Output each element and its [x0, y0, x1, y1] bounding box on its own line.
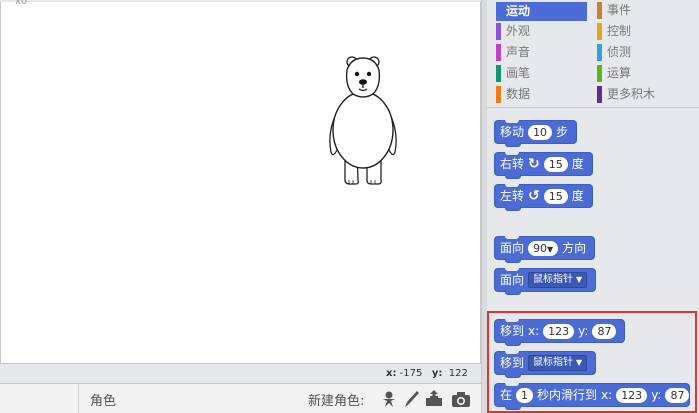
- category-color-bar: [496, 65, 501, 82]
- sprites-label: 角色: [90, 394, 117, 409]
- chevron-down-icon: ▼: [576, 275, 583, 284]
- go-to-block[interactable]: 移到 鼠标指针 ▼: [494, 351, 597, 378]
- target-value: 鼠标指针: [533, 274, 574, 285]
- category-list: 运动 事件 外观 控制 声音 侦测 画笔 运算 数据 更多积木: [487, 0, 699, 108]
- block-label: 面向: [500, 241, 525, 255]
- scratch-editor: x0 x: -175 y: 122 角色 新建角色: 运动 事件 外观 控制 声…: [0, 0, 699, 413]
- chevron-down-icon: ▼: [576, 358, 583, 367]
- category-more-blocks[interactable]: 更多积木: [597, 85, 692, 104]
- category-color-bar: [597, 65, 602, 82]
- point-towards-block[interactable]: 面向 鼠标指针 ▼: [494, 268, 597, 295]
- y-label: y:: [431, 368, 443, 379]
- category-color-bar: [597, 23, 602, 40]
- mouse-coordinates: x: -175 y: 122: [386, 368, 468, 379]
- block-label: y:: [578, 324, 589, 338]
- camera-icon[interactable]: [451, 390, 471, 408]
- block-label: 左转: [500, 189, 525, 203]
- block-label: y:: [651, 388, 662, 402]
- polar-bear-sprite[interactable]: [323, 52, 403, 188]
- block-label: 度: [571, 189, 584, 203]
- category-color-bar: [597, 86, 602, 103]
- sprite-library-icon[interactable]: [379, 390, 399, 408]
- category-sensing[interactable]: 侦测: [597, 43, 692, 62]
- stage-top-text: x0: [15, 0, 28, 7]
- x-input[interactable]: 123: [616, 387, 648, 403]
- rotate-left-icon: ↺: [528, 188, 540, 204]
- degrees-input[interactable]: 15: [543, 156, 568, 172]
- move-steps-block[interactable]: 移动 10 步: [494, 120, 578, 147]
- stage[interactable]: x0: [0, 0, 481, 364]
- go-to-xy-block[interactable]: 移到 x: 123 y: 87: [494, 319, 626, 346]
- paint-brush-icon[interactable]: [402, 390, 422, 408]
- category-looks[interactable]: 外观: [496, 22, 591, 41]
- block-label: 右转: [500, 157, 525, 171]
- category-label: 侦测: [607, 45, 632, 59]
- category-color-bar: [597, 44, 602, 61]
- y-value: 122: [448, 368, 468, 379]
- x-label: x:: [386, 368, 397, 379]
- category-color-bar: [496, 86, 501, 103]
- y-input[interactable]: 87: [665, 387, 690, 403]
- block-label: 度: [571, 157, 584, 171]
- category-label: 控制: [607, 24, 632, 38]
- upload-icon[interactable]: [424, 390, 444, 408]
- glide-to-xy-block[interactable]: 在 1 秒内滑行到 x: 123 y: 87: [494, 383, 691, 410]
- category-pen[interactable]: 画笔: [496, 64, 591, 83]
- category-motion[interactable]: 运动: [496, 2, 587, 21]
- block-list: 移动 10 步 右转 ↻ 15 度 左转 ↺ 15 度 面向 90▼ 方向 面向…: [487, 109, 699, 413]
- category-data[interactable]: 数据: [496, 85, 591, 104]
- degrees-input[interactable]: 15: [543, 188, 568, 204]
- target-dropdown[interactable]: 鼠标指针 ▼: [528, 355, 588, 371]
- seconds-input[interactable]: 1: [516, 387, 534, 403]
- category-label: 事件: [607, 3, 632, 17]
- direction-dropdown[interactable]: 90▼: [528, 240, 559, 256]
- category-color-bar: [496, 23, 501, 40]
- block-label: 秒内滑行到: [537, 388, 598, 402]
- new-sprite-label: 新建角色:: [308, 394, 365, 409]
- block-label: 在: [500, 388, 513, 402]
- category-label: 外观: [506, 24, 531, 38]
- block-label: 步: [556, 125, 569, 139]
- block-label: 移到: [500, 356, 525, 370]
- x-value: -175: [399, 368, 423, 379]
- turn-right-block[interactable]: 右转 ↻ 15 度: [494, 152, 593, 179]
- target-dropdown[interactable]: 鼠标指针 ▼: [528, 272, 588, 288]
- category-events[interactable]: 事件: [597, 1, 692, 20]
- divider: [78, 384, 79, 413]
- category-label: 运动: [506, 4, 531, 18]
- block-label: x:: [528, 324, 540, 338]
- chevron-down-icon: ▼: [547, 244, 554, 254]
- block-label: x:: [601, 388, 613, 402]
- point-in-direction-block[interactable]: 面向 90▼ 方向: [494, 236, 596, 263]
- steps-input[interactable]: 10: [528, 124, 553, 140]
- y-input[interactable]: 87: [592, 323, 617, 339]
- category-sound[interactable]: 声音: [496, 43, 591, 62]
- block-label: 方向: [562, 241, 587, 255]
- category-label: 画笔: [506, 66, 531, 80]
- direction-value: 90: [533, 241, 548, 255]
- block-palette: 运动 事件 外观 控制 声音 侦测 画笔 运算 数据 更多积木 移动 10 步 …: [487, 0, 699, 413]
- category-label: 更多积木: [607, 87, 656, 101]
- category-label: 运算: [607, 66, 632, 80]
- block-label: 移动: [500, 125, 525, 139]
- category-label: 数据: [506, 87, 531, 101]
- x-input[interactable]: 123: [543, 323, 575, 339]
- block-label: 面向: [500, 273, 525, 287]
- block-label: 移到: [500, 324, 525, 338]
- category-control[interactable]: 控制: [597, 22, 692, 41]
- target-value: 鼠标指针: [533, 357, 574, 368]
- rotate-right-icon: ↻: [528, 156, 540, 172]
- turn-left-block[interactable]: 左转 ↺ 15 度: [494, 184, 593, 211]
- category-color-bar: [597, 2, 602, 19]
- sprite-pane-header: 角色 新建角色:: [0, 383, 481, 413]
- category-label: 声音: [506, 45, 531, 59]
- category-color-bar: [496, 44, 501, 61]
- category-operators[interactable]: 运算: [597, 64, 692, 83]
